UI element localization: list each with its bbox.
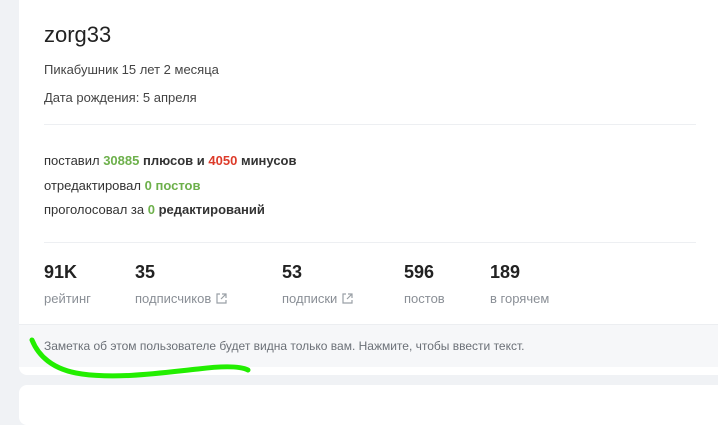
user-note-placeholder: Заметка об этом пользователе будет видна… [44, 339, 525, 353]
tenure-text: Пикабушник 15 лет 2 месяца [44, 62, 219, 77]
edits-summary: отредактировал 0 постов [44, 178, 201, 193]
birthday-text: Дата рождения: 5 апреля [44, 90, 197, 105]
edits-link[interactable]: постов [155, 178, 200, 193]
user-note-field[interactable]: Заметка об этом пользователе будет видна… [19, 324, 718, 367]
stat-value: 53 [282, 262, 303, 282]
external-link-icon[interactable] [216, 292, 227, 307]
divider [44, 124, 696, 125]
stat-posts: 596 постов [404, 262, 445, 306]
stat-label: подписчиков [135, 291, 212, 306]
edit-votes-summary: проголосовал за 0 редактирований [44, 202, 265, 217]
stat-value: 189 [490, 262, 521, 282]
divider [44, 242, 696, 243]
stat-value: 91K [44, 262, 78, 282]
stat-subscriptions[interactable]: 53 подписки [282, 262, 353, 307]
stat-label: подписки [282, 291, 338, 306]
minus-count: 4050 [208, 153, 238, 168]
stat-value: 35 [135, 262, 156, 282]
edits-count: 0 [144, 178, 152, 193]
external-link-icon[interactable] [342, 292, 353, 307]
stat-label: постов [404, 291, 445, 306]
next-card [19, 385, 718, 425]
votes-summary: поставил 30885 плюсов и 4050 минусов [44, 153, 297, 168]
stat-label: рейтинг [44, 291, 91, 306]
stat-value: 596 [404, 262, 435, 282]
plus-count: 30885 [103, 153, 140, 168]
stat-subscribers[interactable]: 35 подписчиков [135, 262, 227, 307]
stat-label: в горячем [490, 291, 550, 306]
username[interactable]: zorg33 [44, 22, 111, 48]
edit-votes-count: 0 [147, 202, 155, 217]
stat-hot: 189 в горячем [490, 262, 549, 306]
stat-rating: 91K рейтинг [44, 262, 91, 306]
